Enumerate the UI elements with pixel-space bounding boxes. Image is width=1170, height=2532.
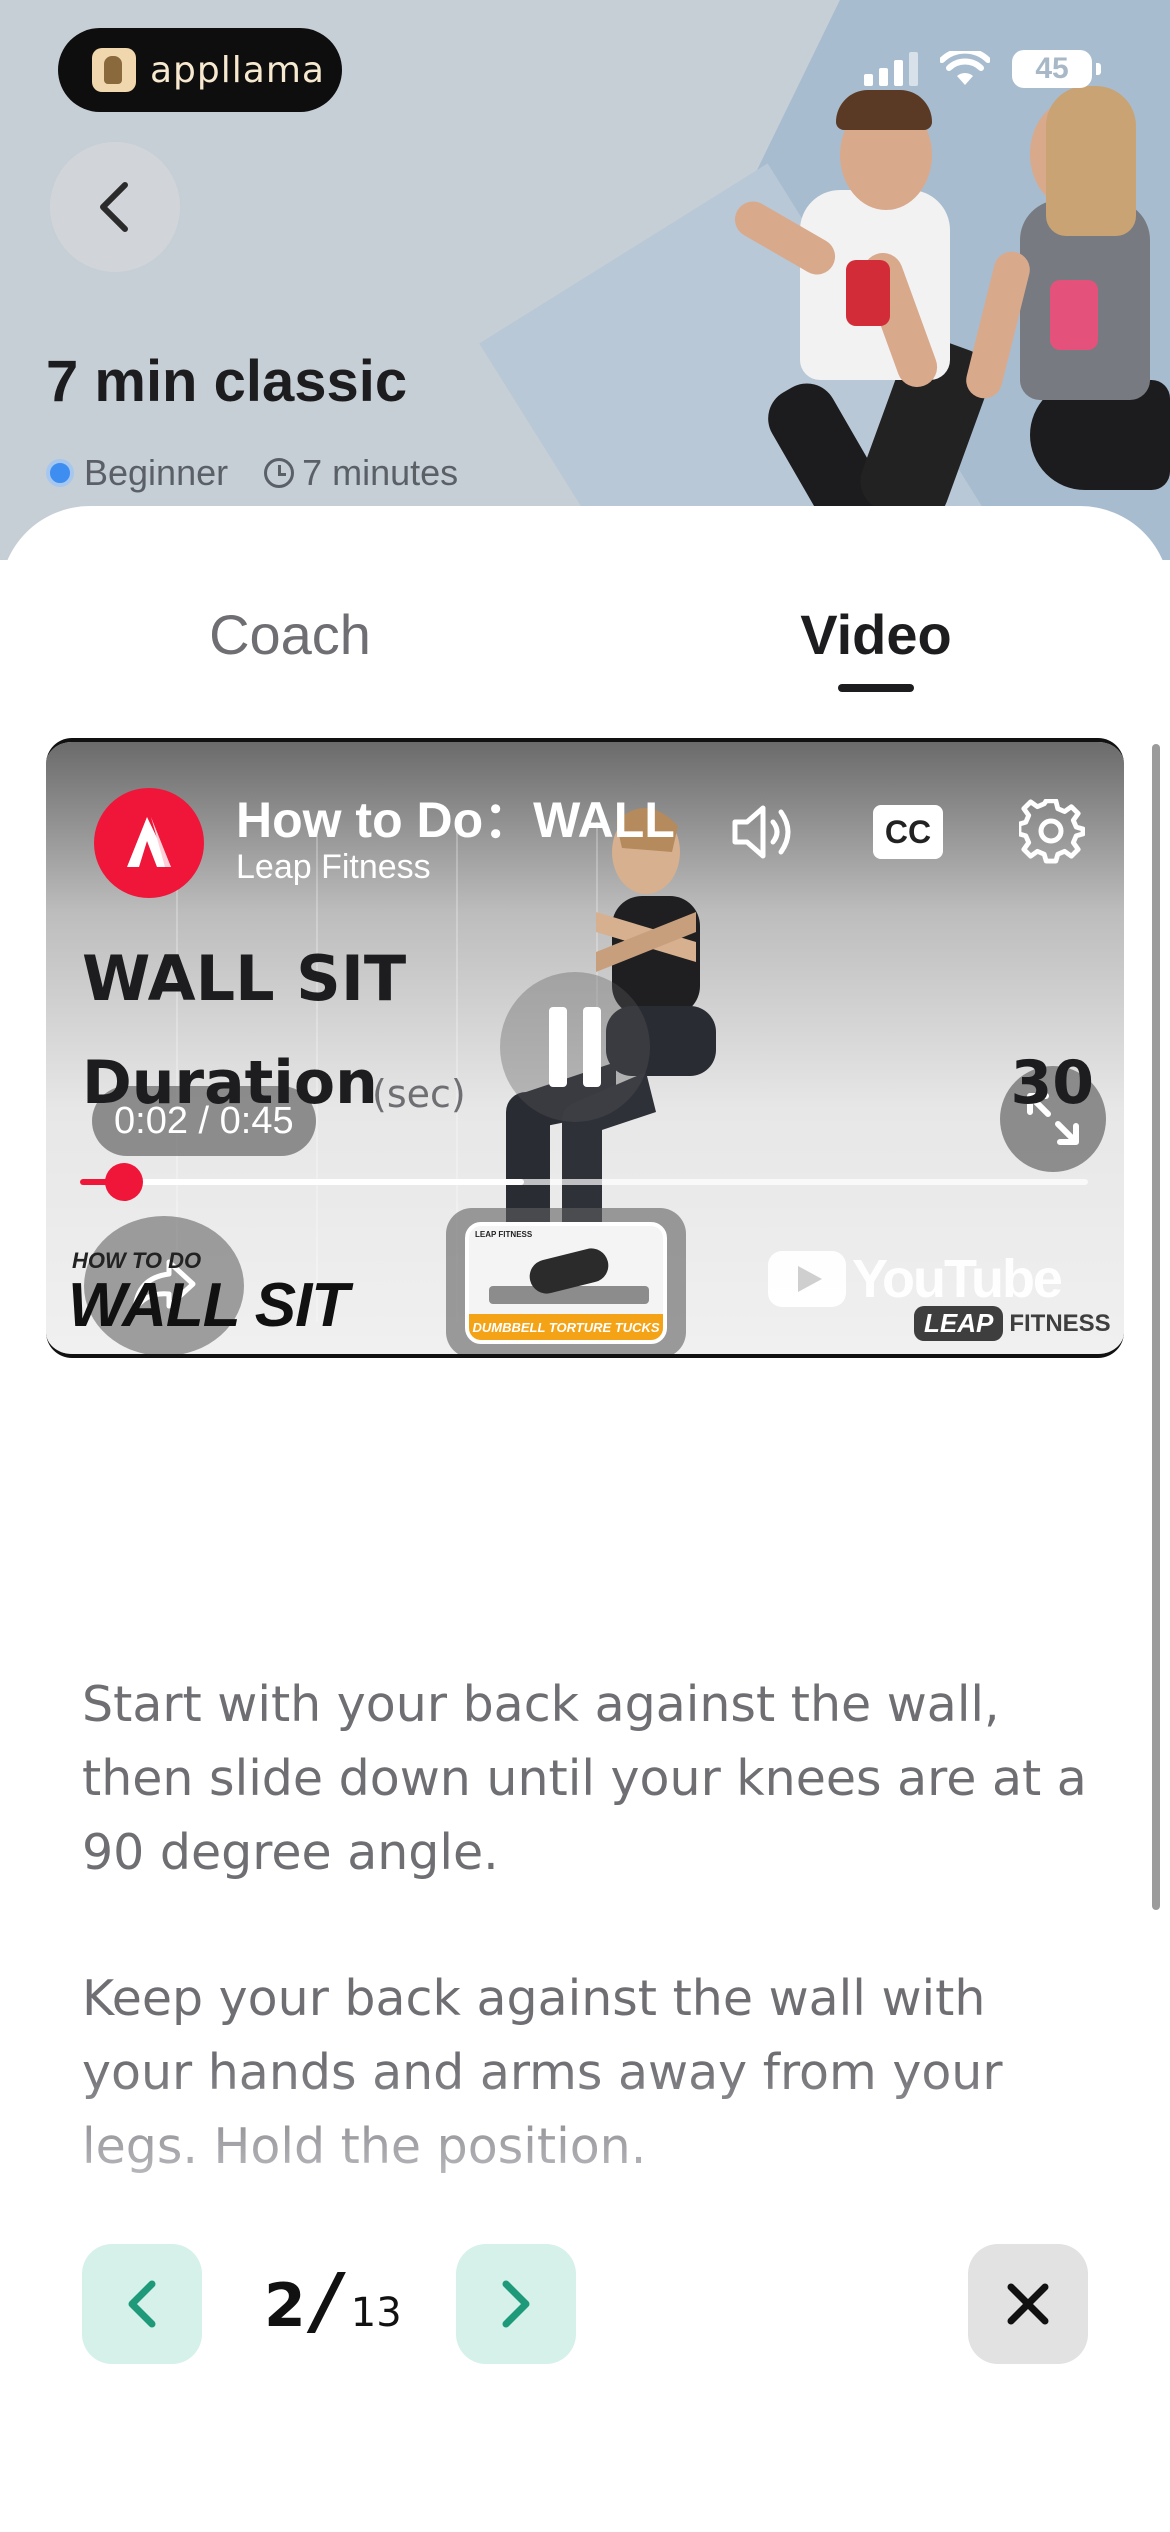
- exercise-counter: 2 / 13: [264, 2258, 402, 2344]
- logo-text: appllama: [150, 49, 325, 91]
- level-label: Beginner: [84, 452, 229, 493]
- captions-button[interactable]: CC: [868, 792, 948, 872]
- clock-icon: [264, 458, 295, 488]
- close-icon: [1007, 2283, 1049, 2325]
- leap-word: FITNESS: [1009, 1309, 1111, 1337]
- duration-value: 30: [1010, 1048, 1095, 1118]
- up-next-label: DUMBBELL TORTURE TUCKS: [469, 1314, 663, 1340]
- thumbnail-mat: [489, 1286, 649, 1304]
- leap-fitness-watermark: LEAP FITNESS: [914, 1306, 1111, 1341]
- progress-bar[interactable]: [80, 1163, 1088, 1201]
- status-bar: 45: [864, 50, 1101, 88]
- cc-icon: CC: [873, 805, 943, 859]
- video-channel[interactable]: Leap Fitness: [236, 848, 431, 887]
- battery-icon: 45: [1012, 50, 1101, 88]
- tab-bar: Coach Video: [0, 602, 1170, 692]
- tab-active-indicator: [838, 684, 914, 692]
- exercise-description-2: Keep your back against the wall with you…: [82, 1962, 1102, 2184]
- tab-video[interactable]: Video: [676, 602, 1076, 667]
- signal-icon: [864, 52, 918, 86]
- pause-icon: [583, 1007, 601, 1087]
- chevron-right-icon: [502, 2280, 530, 2328]
- pause-icon: [549, 1007, 567, 1087]
- duration-label-heading: Duration: [82, 1048, 378, 1118]
- back-button[interactable]: [50, 142, 180, 272]
- up-next-brand: LEAP FITNESS: [475, 1230, 533, 1239]
- previous-exercise-button[interactable]: [82, 2244, 202, 2364]
- pause-button[interactable]: [500, 972, 650, 1122]
- up-next-card[interactable]: LEAP FITNESS DUMBBELL TORTURE TUCKS: [446, 1208, 686, 1354]
- video-overlay-title: WALL SIT: [68, 1271, 349, 1340]
- llama-logo-icon: [92, 48, 136, 92]
- wifi-icon: [940, 51, 990, 85]
- page-title: 7 min classic: [46, 349, 408, 414]
- level-dot-icon: [46, 459, 74, 487]
- tab-coach[interactable]: Coach: [90, 602, 490, 667]
- channel-avatar[interactable]: [94, 788, 204, 898]
- duration-unit: (sec): [372, 1072, 466, 1116]
- youtube-wordmark: YouTube: [852, 1249, 1063, 1309]
- progress-buffer: [80, 1179, 524, 1185]
- hero-banner: appllama 45 7 min classic Beginner 7 min…: [0, 0, 1170, 560]
- counter-separator: /: [313, 2258, 341, 2344]
- leap-logo-icon: [127, 817, 171, 867]
- settings-button[interactable]: [1012, 792, 1092, 872]
- chevron-left-icon: [128, 2280, 156, 2328]
- video-title[interactable]: How to Do：WALL SIT: [236, 780, 676, 852]
- youtube-watermark[interactable]: YouTube: [768, 1248, 1063, 1310]
- counter-total: 13: [350, 2290, 402, 2336]
- volume-button[interactable]: [724, 792, 804, 872]
- exercise-name: WALL SIT: [82, 942, 407, 1015]
- bottom-sheet: Coach Video How to Do：WALL SIT: [0, 506, 1170, 2532]
- youtube-logo-icon: [768, 1251, 846, 1307]
- scrollbar[interactable]: [1152, 744, 1160, 1910]
- exercise-description-1: Start with your back against the wall, t…: [82, 1676, 1087, 1881]
- leap-box: LEAP: [914, 1306, 1004, 1341]
- counter-current: 2: [264, 2271, 306, 2341]
- up-next-thumbnail[interactable]: LEAP FITNESS DUMBBELL TORTURE TUCKS: [465, 1222, 667, 1344]
- close-button[interactable]: [968, 2244, 1088, 2364]
- next-exercise-button[interactable]: [456, 2244, 576, 2364]
- hero-illustration: [650, 80, 1170, 538]
- back-arrow-icon: [100, 182, 128, 232]
- app-logo: appllama: [58, 28, 342, 112]
- gear-icon: [1019, 799, 1085, 864]
- speaker-icon: [732, 805, 791, 859]
- duration-label: 7 minutes: [302, 452, 459, 493]
- workout-meta: Beginner 7 minutes: [46, 452, 458, 494]
